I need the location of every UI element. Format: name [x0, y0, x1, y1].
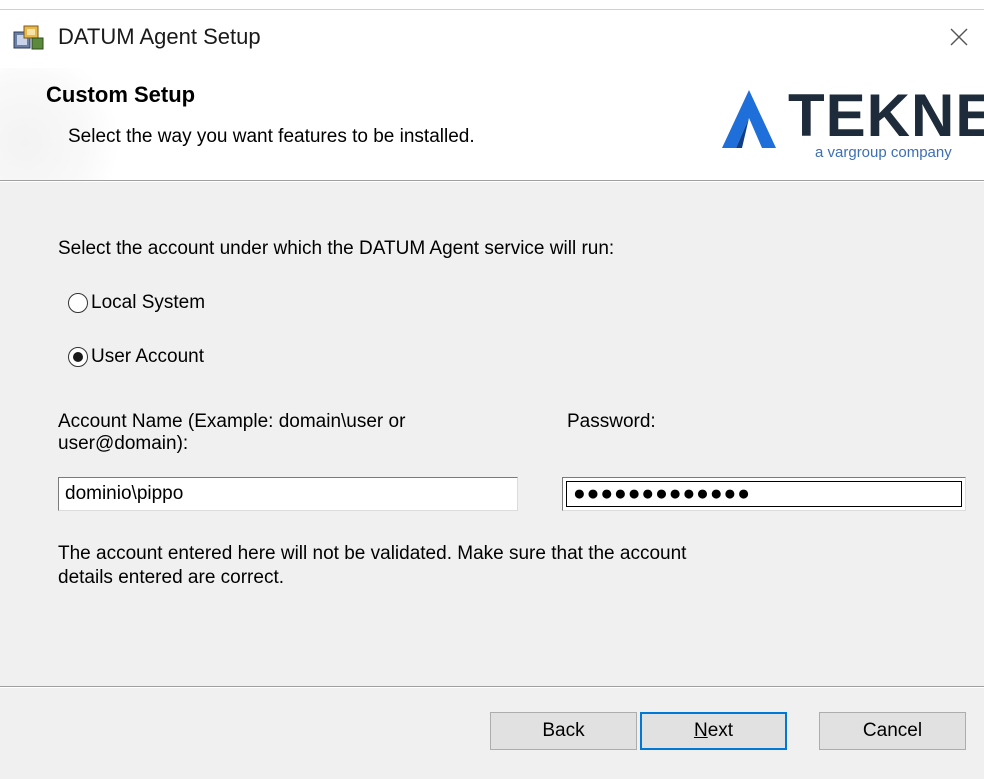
window-top-border — [0, 9, 984, 10]
back-button[interactable]: Back — [490, 712, 637, 750]
window-title: DATUM Agent Setup — [58, 24, 261, 49]
close-icon — [950, 28, 968, 46]
validation-note: The account entered here will not be val… — [58, 543, 687, 588]
radio-user-account-circle[interactable] — [68, 347, 88, 367]
button-bar: Back Next Cancel — [0, 688, 984, 779]
logo-tagline: a vargroup company — [815, 144, 952, 161]
password-value: ●●●●●●●●●●●●● — [566, 481, 962, 507]
password-input[interactable]: ●●●●●●●●●●●●● — [562, 477, 966, 511]
radio-user-account-label[interactable]: User Account — [91, 346, 204, 368]
dialog-body: Select the account under which the DATUM… — [0, 182, 984, 686]
title-bar: DATUM Agent Setup — [0, 0, 984, 68]
cancel-button[interactable]: Cancel — [819, 712, 966, 750]
password-label: Password: — [567, 411, 656, 432]
radio-local-system-circle[interactable] — [68, 293, 88, 313]
radio-local-system-label[interactable]: Local System — [91, 292, 205, 314]
page-title: Custom Setup — [46, 82, 196, 107]
radio-user-account[interactable]: User Account — [68, 346, 204, 368]
account-prompt: Select the account under which the DATUM… — [58, 238, 615, 259]
account-name-input[interactable]: dominio\pippo — [58, 477, 518, 511]
page-subtitle: Select the way you want features to be i… — [68, 126, 475, 147]
account-name-value: dominio\pippo — [65, 483, 184, 504]
header-banner: Custom Setup Select the way you want fea… — [0, 68, 984, 180]
company-logo: TEKNE a vargroup company — [718, 82, 984, 172]
tekne-logo-mark-icon — [722, 90, 776, 148]
account-name-label: Account Name (Example: domain\user or us… — [58, 411, 406, 454]
installer-icon — [12, 22, 46, 52]
logo-wordmark: TEKNE — [788, 82, 984, 149]
next-label-rest: ext — [707, 720, 734, 741]
next-mnemonic: N — [693, 720, 708, 741]
radio-local-system[interactable]: Local System — [68, 292, 205, 314]
close-button[interactable] — [942, 20, 976, 54]
next-button[interactable]: Next — [640, 712, 787, 750]
